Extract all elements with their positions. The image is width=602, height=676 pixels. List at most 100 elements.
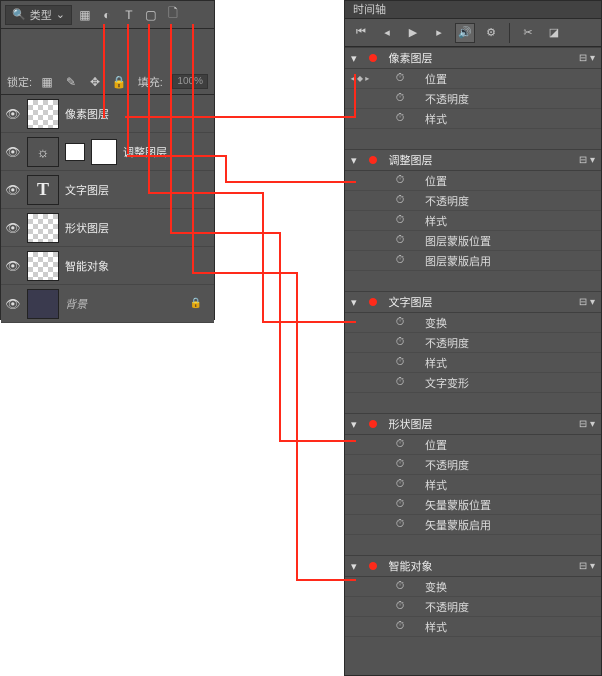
timeline-property-row[interactable]: ⏱ 样式 [345, 475, 601, 495]
stopwatch-icon[interactable]: ⏱ [385, 580, 415, 593]
layer-row[interactable]: 👁像素图层 [1, 95, 214, 133]
timeline-property-row[interactable]: ⏱ 不透明度 [345, 597, 601, 617]
visibility-toggle[interactable]: 👁 [5, 297, 21, 311]
timeline-group-header[interactable]: ▾ 文字图层 ⊟ ▾ [345, 291, 601, 313]
property-name: 不透明度 [425, 457, 469, 473]
search-icon: 🔍 [12, 8, 26, 21]
layer-thumb [27, 213, 59, 243]
stopwatch-icon[interactable]: ⏱ [385, 194, 415, 207]
video-menu-icon[interactable]: ⊟ ▾ [579, 155, 595, 166]
stopwatch-icon[interactable]: ⏱ [385, 254, 415, 267]
layer-thumb [27, 99, 59, 129]
play-button[interactable]: ▶ [403, 23, 423, 43]
filter-smart-icon[interactable]: 🗋 [164, 6, 182, 24]
timeline-property-row[interactable]: ⏱ 不透明度 [345, 333, 601, 353]
stopwatch-icon[interactable]: ⏱ [385, 92, 415, 105]
visibility-toggle[interactable]: 👁 [5, 145, 21, 159]
filter-text-icon[interactable]: T [120, 6, 138, 24]
timeline-property-row[interactable]: ⏱ 样式 [345, 353, 601, 373]
stopwatch-icon[interactable]: ⏱ [385, 234, 415, 247]
timeline-property-row[interactable]: ⏱ 不透明度 [345, 191, 601, 211]
timeline-group-header[interactable]: ▾ 智能对象 ⊟ ▾ [345, 555, 601, 577]
timeline-property-row[interactable]: ⏱ 位置 [345, 171, 601, 191]
fill-value[interactable]: 100% [172, 74, 208, 89]
timeline-property-row[interactable]: ⏱ 样式 [345, 109, 601, 129]
disclosure-icon[interactable]: ▾ [351, 154, 357, 167]
layer-row[interactable]: 👁☼调整图层 [1, 133, 214, 171]
stopwatch-icon[interactable]: ⏱ [385, 518, 415, 531]
timeline-group-header[interactable]: ▾ 调整图层 ⊟ ▾ [345, 149, 601, 171]
stopwatch-icon[interactable]: ⏱ [385, 72, 415, 85]
timeline-property-row[interactable]: ⏱ 位置 [345, 435, 601, 455]
visibility-toggle[interactable]: 👁 [5, 107, 21, 121]
stopwatch-icon[interactable]: ⏱ [385, 458, 415, 471]
timeline-property-row[interactable]: ⏱ 矢量蒙版位置 [345, 495, 601, 515]
layer-row[interactable]: 👁智能对象 [1, 247, 214, 285]
timeline-property-row[interactable]: ⏱ 变换 [345, 577, 601, 597]
disclosure-icon[interactable]: ▾ [351, 52, 357, 65]
go-start-button[interactable]: ⏮ [351, 23, 371, 43]
keyframe-nav[interactable]: ◂ ◆ ▸ [345, 74, 375, 83]
timeline-property-row[interactable]: ◂ ◆ ▸ ⏱ 位置 [345, 69, 601, 89]
timeline-property-row[interactable]: ⏱ 不透明度 [345, 89, 601, 109]
property-name: 图层蒙版位置 [425, 233, 491, 249]
settings-button[interactable]: ⚙ [481, 23, 501, 43]
visibility-toggle[interactable]: 👁 [5, 221, 21, 235]
timeline-property-row[interactable]: ⏱ 变换 [345, 313, 601, 333]
stopwatch-icon[interactable]: ⏱ [385, 498, 415, 511]
timeline-title: 时间轴 [345, 1, 601, 19]
fill-label: 填充: [138, 74, 163, 90]
filter-type-select[interactable]: 🔍 类型 ⌄ [5, 5, 72, 25]
video-menu-icon[interactable]: ⊟ ▾ [579, 53, 595, 64]
split-button[interactable]: ✂ [518, 23, 538, 43]
video-menu-icon[interactable]: ⊟ ▾ [579, 419, 595, 430]
prev-frame-button[interactable]: ◂ [377, 23, 397, 43]
timeline-property-row[interactable]: ⏱ 图层蒙版启用 [345, 251, 601, 271]
stopwatch-icon[interactable]: ⏱ [385, 174, 415, 187]
stopwatch-icon[interactable]: ⏱ [385, 438, 415, 451]
next-frame-button[interactable]: ▸ [429, 23, 449, 43]
property-name: 样式 [425, 111, 447, 127]
layer-link-icon [65, 143, 85, 161]
lock-transparent-icon[interactable]: ▦ [38, 73, 56, 91]
layer-name-label: 调整图层 [123, 144, 167, 160]
filter-adjust-icon[interactable]: ◐ [98, 6, 116, 24]
timeline-property-row[interactable]: ⏱ 样式 [345, 211, 601, 231]
stopwatch-icon[interactable]: ⏱ [385, 112, 415, 125]
disclosure-icon[interactable]: ▾ [351, 560, 357, 573]
stopwatch-icon[interactable]: ⏱ [385, 376, 415, 389]
stopwatch-icon[interactable]: ⏱ [385, 620, 415, 633]
timeline-property-row[interactable]: ⏱ 样式 [345, 617, 601, 637]
disclosure-icon[interactable]: ▾ [351, 296, 357, 309]
timeline-group-header[interactable]: ▾ 像素图层 ⊟ ▾ [345, 47, 601, 69]
lock-move-icon[interactable]: ✥ [86, 73, 104, 91]
layer-row[interactable]: 👁形状图层 [1, 209, 214, 247]
timeline-group-header[interactable]: ▾ 形状图层 ⊟ ▾ [345, 413, 601, 435]
timeline-property-row[interactable]: ⏱ 图层蒙版位置 [345, 231, 601, 251]
visibility-toggle[interactable]: 👁 [5, 259, 21, 273]
disclosure-icon[interactable]: ▾ [351, 418, 357, 431]
stopwatch-icon[interactable]: ⏱ [385, 214, 415, 227]
property-name: 不透明度 [425, 91, 469, 107]
timeline-property-row[interactable]: ⏱ 不透明度 [345, 455, 601, 475]
audio-button[interactable]: 🔊 [455, 23, 475, 43]
stopwatch-icon[interactable]: ⏱ [385, 356, 415, 369]
visibility-toggle[interactable]: 👁 [5, 183, 21, 197]
stopwatch-icon[interactable]: ⏱ [385, 316, 415, 329]
layer-row[interactable]: 👁背景🔒 [1, 285, 214, 323]
layer-row[interactable]: 👁T文字图层 [1, 171, 214, 209]
video-menu-icon[interactable]: ⊟ ▾ [579, 297, 595, 308]
timeline-property-row[interactable]: ⏱ 文字变形 [345, 373, 601, 393]
stopwatch-icon[interactable]: ⏱ [385, 600, 415, 613]
transition-button[interactable]: ◪ [544, 23, 564, 43]
timeline-property-row[interactable]: ⏱ 矢量蒙版启用 [345, 515, 601, 535]
stopwatch-icon[interactable]: ⏱ [385, 478, 415, 491]
video-menu-icon[interactable]: ⊟ ▾ [579, 561, 595, 572]
timeline-panel: 时间轴 ⏮ ◂ ▶ ▸ 🔊 ⚙ ✂ ◪ ▾ 像素图层 ⊟ ▾◂ ◆ ▸ ⏱ 位置… [344, 0, 602, 676]
lock-all-icon[interactable]: 🔒 [110, 73, 128, 91]
lock-paint-icon[interactable]: ✎ [62, 73, 80, 91]
layer-name-label: 背景 [65, 296, 87, 312]
filter-shape-icon[interactable]: ▢ [142, 6, 160, 24]
stopwatch-icon[interactable]: ⏱ [385, 336, 415, 349]
filter-pixel-icon[interactable]: ▦ [76, 6, 94, 24]
